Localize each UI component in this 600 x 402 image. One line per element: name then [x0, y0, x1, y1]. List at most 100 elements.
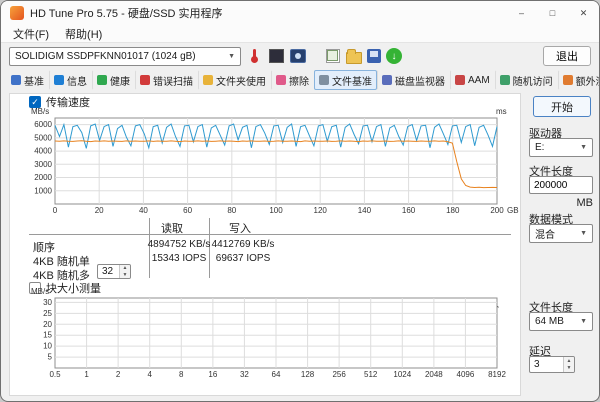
svg-text:4000: 4000 [34, 147, 52, 156]
block-size-chart: 5 10 15 20 25 30 0.5 1 2 4 8 16 32 64 128 256 512 1024 204… [43, 297, 506, 379]
chart1-y2label: ms [496, 107, 507, 116]
toolbar: SOLIDIGM SSDPFKNN01017 (1024 gB) ▼ ↓ 退出 [1, 43, 599, 69]
latency-spinner[interactable]: 3 ▲ ▼ [529, 356, 575, 373]
data-mode-dropdown[interactable]: 混合 ▼ [529, 224, 593, 243]
exit-button[interactable]: 退出 [543, 46, 591, 66]
drive-dropdown-value: E: [535, 142, 545, 153]
start-button[interactable]: 开始 [533, 96, 591, 117]
transfer-speed-chart: 1000 2000 3000 4000 5000 6000 0 20 40 60 80 100 120 1… [34, 117, 504, 215]
menubar: 文件(F) 帮助(H) [1, 25, 599, 43]
tab-disk-monitor[interactable]: 磁盘监视器 [377, 70, 450, 90]
app-window: HD Tune Pro 5.75 - 硬盘/SSD 实用程序 – □ ✕ 文件(… [0, 0, 600, 402]
svg-text:2048: 2048 [425, 370, 443, 379]
tab-folder-usage[interactable]: 文件夹使用 [198, 70, 271, 90]
transfer-speed-label: 传输速度 [46, 97, 90, 109]
latency-spinner-value: 3 [534, 359, 540, 370]
svg-text:5000: 5000 [34, 133, 52, 142]
chevron-down-icon: ▼ [580, 318, 587, 325]
data-mode-value: 混合 [535, 230, 555, 241]
benchmark-icon [11, 75, 21, 85]
row-sequential-write: 4412769 KB/s [211, 239, 275, 250]
svg-text:512: 512 [364, 370, 378, 379]
svg-text:0.5: 0.5 [49, 370, 61, 379]
file-benchmark-icon [319, 75, 329, 85]
minimize-button[interactable]: – [506, 1, 537, 25]
svg-text:8192: 8192 [488, 370, 506, 379]
tab-random-access[interactable]: 随机访问 [494, 70, 558, 90]
svg-text:1: 1 [84, 370, 89, 379]
tab-file-benchmark[interactable]: 文件基准 [314, 70, 377, 90]
svg-text:128: 128 [301, 370, 315, 379]
chevron-down-icon: ▼ [580, 144, 587, 151]
copy-icon[interactable] [324, 48, 341, 65]
svg-text:40: 40 [139, 206, 148, 215]
close-button[interactable]: ✕ [568, 1, 599, 25]
folder-icon[interactable] [346, 48, 362, 64]
svg-text:100: 100 [269, 206, 283, 215]
svg-text:160: 160 [402, 206, 416, 215]
svg-text:60: 60 [183, 206, 192, 215]
svg-text:140: 140 [358, 206, 372, 215]
chevron-down-icon: ▼ [580, 230, 587, 237]
svg-text:4: 4 [147, 370, 152, 379]
tab-health[interactable]: 健康 [92, 70, 135, 90]
folder-usage-icon [203, 75, 213, 85]
erase-icon [276, 75, 286, 85]
spinner-down-icon[interactable]: ▼ [120, 271, 130, 278]
aam-icon [455, 75, 465, 85]
maximize-button[interactable]: □ [537, 1, 568, 25]
menu-help[interactable]: 帮助(H) [57, 25, 110, 42]
health-icon [97, 75, 107, 85]
tab-error-scan[interactable]: 错误扫描 [135, 70, 198, 90]
svg-text:1024: 1024 [393, 370, 411, 379]
disk-monitor-icon [382, 75, 392, 85]
window-title: HD Tune Pro 5.75 - 硬盘/SSD 实用程序 [30, 8, 223, 20]
row-sequential-read: 4894752 KB/s [147, 239, 211, 250]
block-size-label: 块大小测量 [46, 283, 101, 295]
spinner-down-icon[interactable]: ▼ [564, 364, 574, 372]
tab-erase[interactable]: 擦除 [271, 70, 314, 90]
screenshot-icon[interactable] [290, 49, 306, 63]
drive-selector-value: SOLIDIGM SSDPFKNN01017 (1024 gB) [15, 50, 196, 62]
drive-dropdown[interactable]: E: ▼ [529, 138, 593, 157]
svg-text:3000: 3000 [34, 160, 52, 169]
svg-text:2: 2 [116, 370, 121, 379]
block-file-length-dropdown[interactable]: 64 MB ▼ [529, 312, 593, 331]
block-file-length-value: 64 MB [535, 316, 564, 327]
chart1-ylabel: MB/s [31, 107, 50, 116]
svg-text:2000: 2000 [34, 173, 52, 182]
svg-text:1000: 1000 [34, 186, 52, 195]
thermometer-icon [246, 48, 263, 65]
svg-text:15: 15 [43, 331, 52, 340]
svg-text:200: 200 [490, 206, 504, 215]
svg-text:120: 120 [314, 206, 328, 215]
temperature-display [268, 48, 285, 65]
svg-text:30: 30 [43, 298, 52, 307]
tab-extra-tests[interactable]: 额外测试 [557, 70, 599, 90]
drive-selector[interactable]: SOLIDIGM SSDPFKNN01017 (1024 gB) ▼ [9, 46, 241, 66]
svg-text:180: 180 [446, 206, 460, 215]
titlebar: HD Tune Pro 5.75 - 硬盘/SSD 实用程序 – □ ✕ [1, 1, 599, 25]
svg-text:32: 32 [240, 370, 249, 379]
extra-tests-icon [562, 75, 573, 85]
svg-text:20: 20 [43, 320, 52, 329]
spinner-up-icon[interactable]: ▲ [564, 357, 574, 365]
threads-spinner[interactable]: 32 ▲ ▼ [97, 264, 131, 279]
svg-text:256: 256 [332, 370, 346, 379]
chevron-down-icon: ▼ [228, 52, 235, 60]
error-scan-icon [140, 75, 150, 85]
tab-benchmark[interactable]: 基准 [6, 70, 49, 90]
svg-text:5: 5 [48, 353, 53, 362]
svg-text:8: 8 [179, 370, 184, 379]
tab-info[interactable]: 信息 [49, 70, 92, 90]
svg-text:4096: 4096 [457, 370, 475, 379]
file-length-input[interactable] [529, 176, 593, 194]
download-icon[interactable]: ↓ [386, 48, 402, 64]
svg-text:25: 25 [43, 309, 52, 318]
row-4k-single-read: 15343 IOPS [151, 253, 207, 264]
menu-file[interactable]: 文件(F) [5, 25, 57, 42]
tab-aam[interactable]: AAM [450, 70, 495, 90]
window-controls: – □ ✕ [506, 1, 599, 25]
threads-spinner-buttons: ▲ ▼ [119, 265, 130, 278]
save-icon[interactable] [367, 49, 381, 63]
